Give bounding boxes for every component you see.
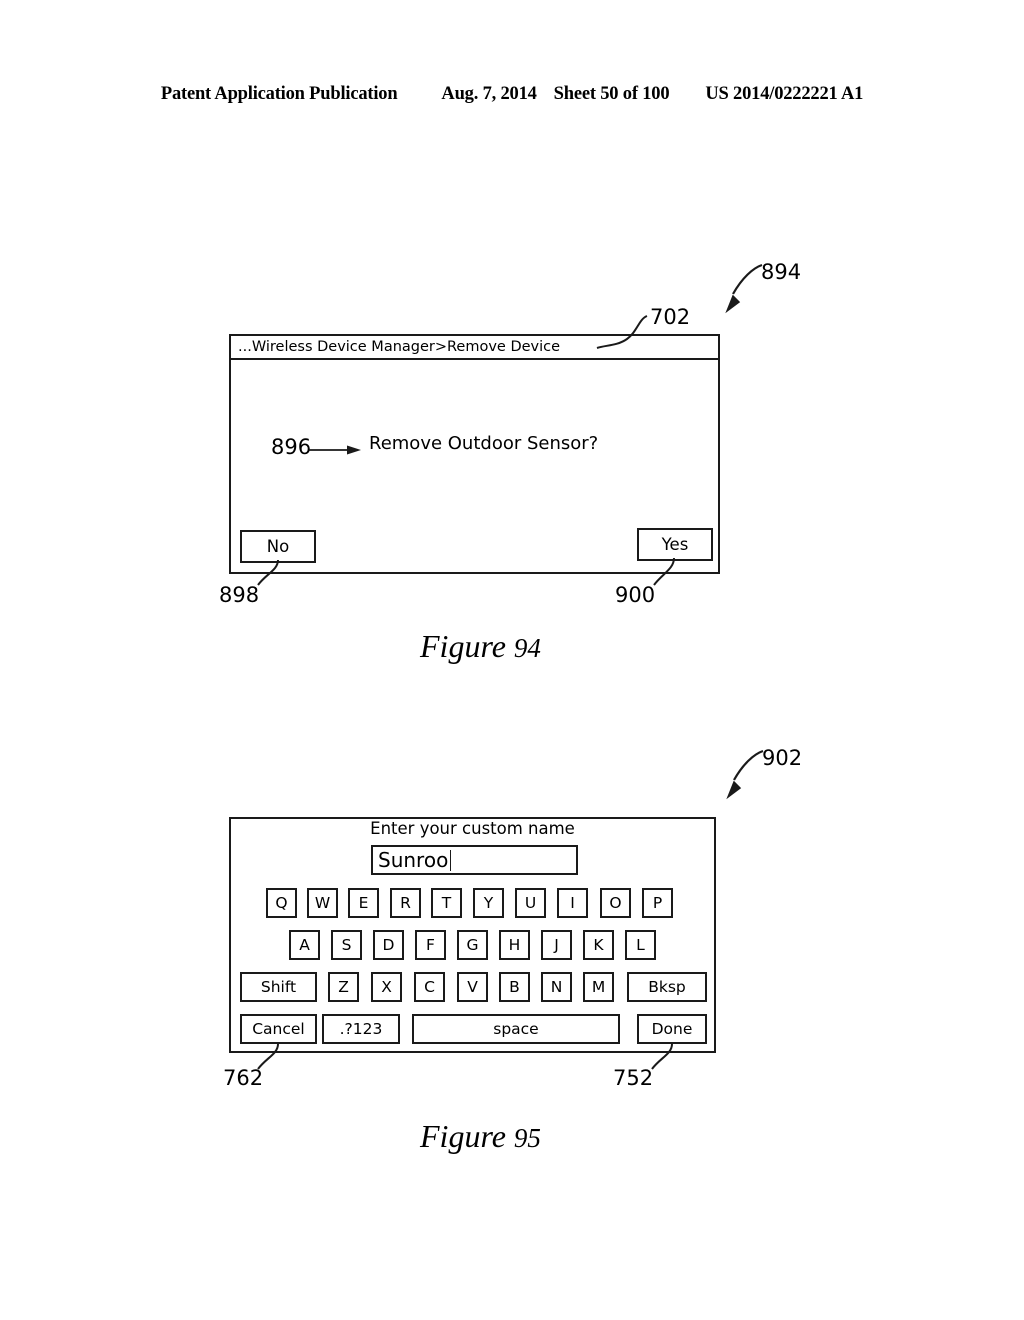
reference-numeral-896: 896 bbox=[271, 435, 312, 459]
header-sheet-number: Sheet 50 of 100 bbox=[553, 84, 670, 104]
figure-94-caption-word: Figure bbox=[420, 628, 506, 664]
reference-numeral-898: 898 bbox=[219, 583, 260, 607]
page-header: Patent Application Publication Aug. 7, 2… bbox=[0, 84, 1024, 105]
reference-numeral-702: 702 bbox=[650, 305, 691, 329]
key-p[interactable]: P bbox=[642, 888, 673, 918]
key-k[interactable]: K bbox=[583, 930, 614, 960]
key-v[interactable]: V bbox=[457, 972, 488, 1002]
done-button[interactable]: Done bbox=[637, 1014, 707, 1044]
figure-94-caption-number: 94 bbox=[513, 633, 541, 663]
key-w[interactable]: W bbox=[307, 888, 338, 918]
key-b[interactable]: B bbox=[499, 972, 530, 1002]
reference-numeral-752: 752 bbox=[613, 1066, 654, 1090]
key-y[interactable]: Y bbox=[473, 888, 504, 918]
reference-numeral-902: 902 bbox=[762, 746, 803, 770]
key-d[interactable]: D bbox=[373, 930, 404, 960]
key-u[interactable]: U bbox=[515, 888, 546, 918]
yes-button[interactable]: Yes bbox=[637, 528, 713, 561]
reference-numeral-894: 894 bbox=[761, 260, 802, 284]
header-date: Aug. 7, 2014 bbox=[441, 84, 537, 104]
key-j[interactable]: J bbox=[541, 930, 572, 960]
key-space[interactable]: space bbox=[412, 1014, 620, 1044]
key-z[interactable]: Z bbox=[328, 972, 359, 1002]
reference-numeral-762: 762 bbox=[223, 1066, 264, 1090]
key-t[interactable]: T bbox=[431, 888, 462, 918]
key-n[interactable]: N bbox=[541, 972, 572, 1002]
header-publication: Patent Application Publication bbox=[160, 84, 398, 104]
keyboard-panel-title: Enter your custom name bbox=[370, 819, 575, 838]
key-symbols-numbers[interactable]: .?123 bbox=[322, 1014, 400, 1044]
key-x[interactable]: X bbox=[371, 972, 402, 1002]
key-h[interactable]: H bbox=[499, 930, 530, 960]
breadcrumb: ...Wireless Device Manager>Remove Device bbox=[238, 339, 561, 355]
key-e[interactable]: E bbox=[348, 888, 379, 918]
figure-95-caption: Figure 95 bbox=[420, 1118, 541, 1155]
key-q[interactable]: Q bbox=[266, 888, 297, 918]
cancel-button[interactable]: Cancel bbox=[240, 1014, 317, 1044]
key-o[interactable]: O bbox=[600, 888, 631, 918]
key-r[interactable]: R bbox=[390, 888, 421, 918]
key-g[interactable]: G bbox=[457, 930, 488, 960]
custom-name-input-value: Sunroo bbox=[378, 848, 449, 872]
custom-name-input[interactable]: Sunroo bbox=[371, 845, 578, 875]
key-backspace[interactable]: Bksp bbox=[627, 972, 707, 1002]
reference-numeral-900: 900 bbox=[615, 583, 656, 607]
text-caret bbox=[450, 849, 452, 871]
key-shift[interactable]: Shift bbox=[240, 972, 317, 1002]
key-a[interactable]: A bbox=[289, 930, 320, 960]
figure-95-caption-number: 95 bbox=[513, 1123, 541, 1153]
key-i[interactable]: I bbox=[557, 888, 588, 918]
key-l[interactable]: L bbox=[625, 930, 656, 960]
figure-95-caption-word: Figure bbox=[420, 1118, 506, 1154]
key-c[interactable]: C bbox=[414, 972, 445, 1002]
dialog-prompt-text: Remove Outdoor Sensor? bbox=[369, 433, 599, 454]
key-s[interactable]: S bbox=[331, 930, 362, 960]
header-patent-number: US 2014/0222221 A1 bbox=[705, 84, 864, 104]
figure-94-caption: Figure 94 bbox=[420, 628, 541, 665]
no-button[interactable]: No bbox=[240, 530, 316, 563]
key-f[interactable]: F bbox=[415, 930, 446, 960]
key-m[interactable]: M bbox=[583, 972, 614, 1002]
dialog-title-bar: ...Wireless Device Manager>Remove Device bbox=[231, 336, 718, 360]
